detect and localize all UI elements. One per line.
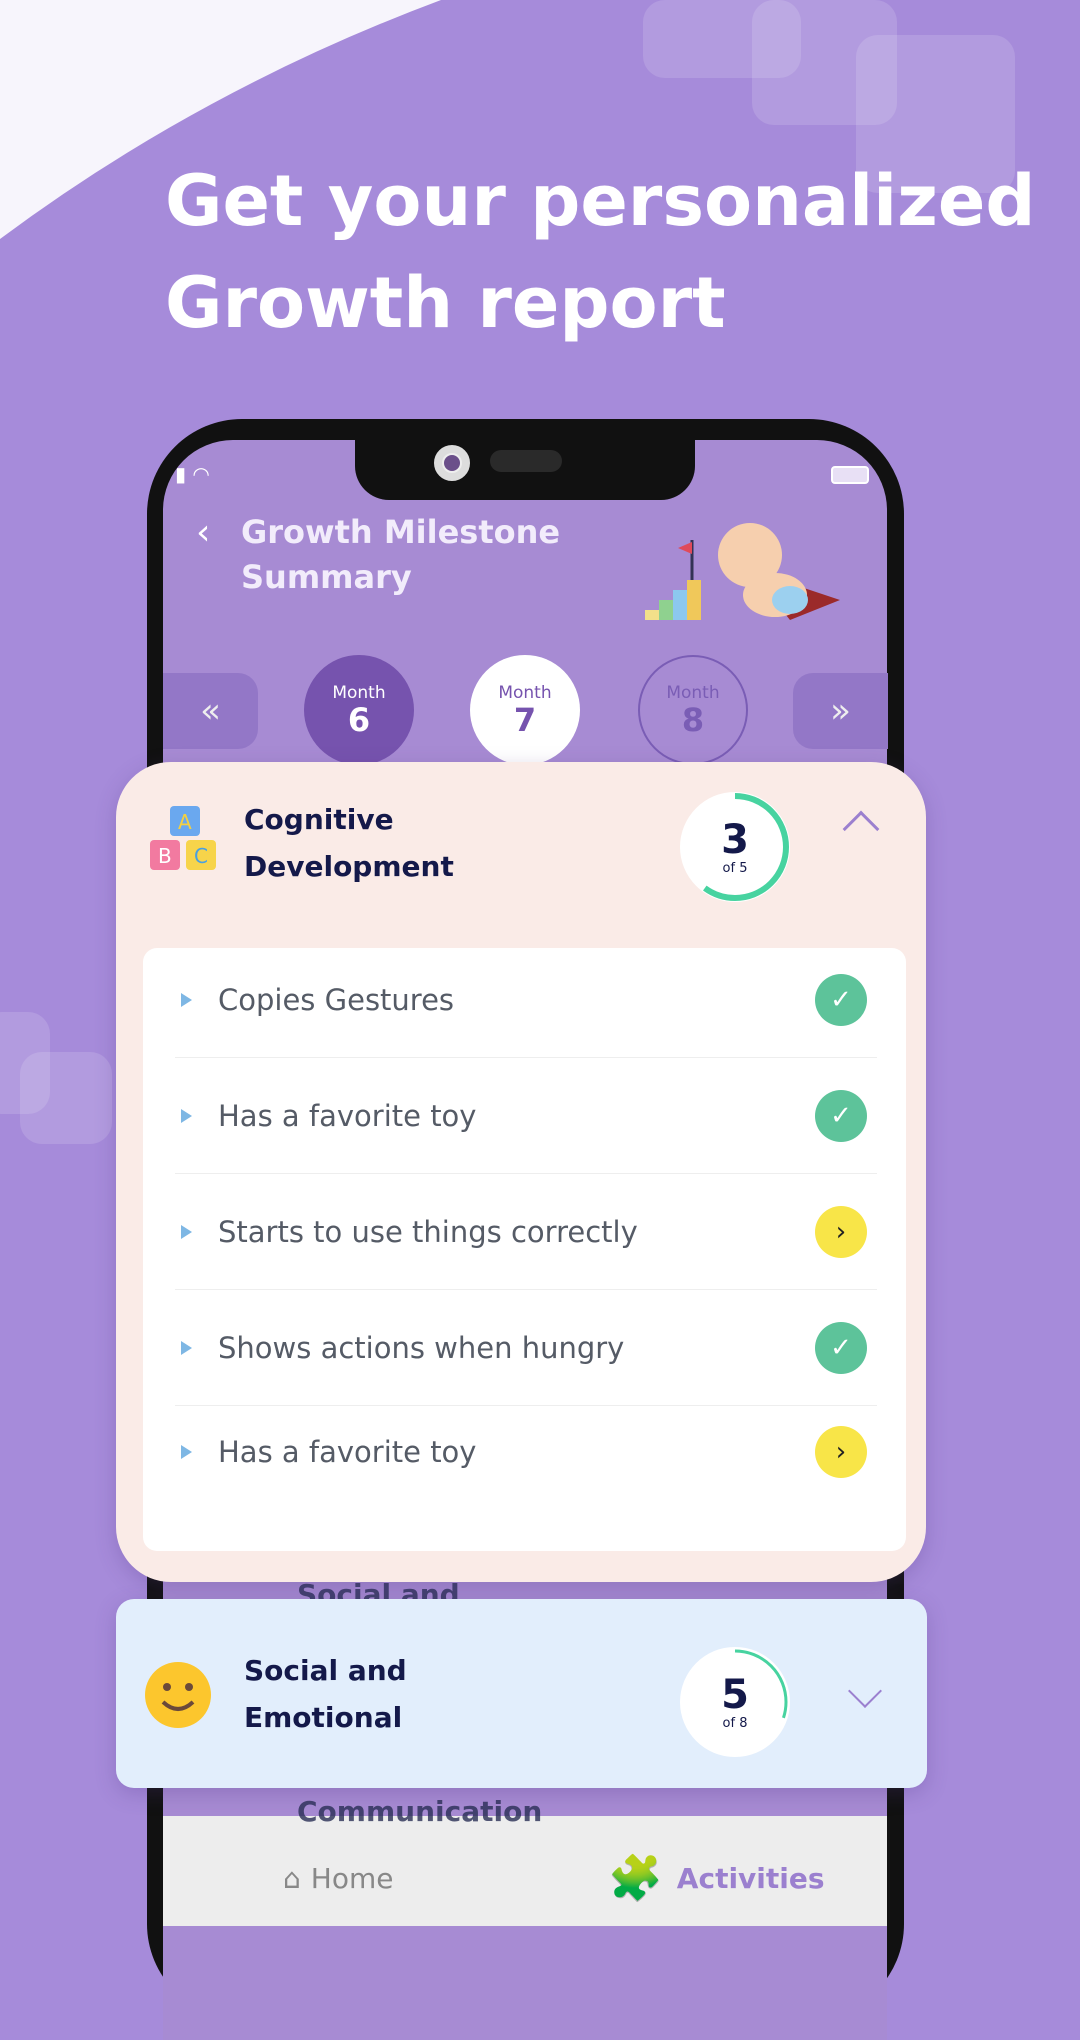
headline-line-1: Get your personalized	[165, 160, 1036, 242]
cognitive-score-ring: 3 of 5	[680, 792, 790, 902]
decor-square	[20, 1052, 112, 1144]
milestone-label: Has a favorite toy	[218, 1098, 477, 1133]
chevron-right-icon[interactable]: ›	[815, 1426, 867, 1478]
milestone-label: Starts to use things correctly	[218, 1214, 638, 1249]
nav-activities-label: Activities	[676, 1861, 825, 1895]
month-label: Month	[332, 683, 386, 703]
milestone-row[interactable]: Starts to use things correctly ›	[175, 1174, 877, 1290]
month-label: Month	[666, 683, 720, 703]
nav-activities[interactable]: 🧩 Activities	[608, 1852, 825, 1904]
milestone-row[interactable]: Copies Gestures ✓	[175, 942, 877, 1058]
progress-ring	[681, 793, 789, 901]
battery-icon	[831, 466, 869, 484]
peek-communication-title: Communication	[297, 1795, 543, 1828]
title-line-1: Cognitive	[244, 803, 394, 836]
milestone-row[interactable]: Has a favorite toy ✓	[175, 1058, 877, 1174]
svg-text:A: A	[178, 810, 192, 834]
title-line-2: Emotional	[244, 1701, 403, 1734]
cognitive-title: Cognitive Development	[244, 796, 454, 890]
back-button[interactable]: ‹	[196, 512, 210, 553]
month-7[interactable]: Month 7	[470, 655, 580, 765]
social-card: Social and Emotional 5 of 8	[116, 1599, 927, 1788]
abc-blocks-icon: A B C	[150, 806, 216, 870]
milestone-label: Shows actions when hungry	[218, 1330, 625, 1365]
nav-home[interactable]: ⌂ Home	[283, 1862, 393, 1895]
chevron-right-icon[interactable]: ›	[815, 1205, 867, 1258]
milestone-label: Has a favorite toy	[218, 1435, 477, 1469]
baby-illustration	[645, 523, 840, 620]
social-title: Social and Emotional	[244, 1647, 407, 1741]
social-score-ring: 5 of 8	[680, 1647, 790, 1757]
signal-wifi-icon: ▮ ◠	[175, 462, 210, 486]
title-line-2: Development	[244, 850, 454, 883]
camera	[434, 445, 470, 481]
chevron-down-icon[interactable]	[848, 1674, 882, 1708]
check-icon[interactable]: ✓	[815, 973, 867, 1026]
title-line-1: Growth Milestone	[241, 513, 561, 551]
month-number: 7	[513, 701, 537, 739]
speaker	[490, 450, 562, 472]
svg-text:C: C	[194, 844, 208, 868]
bullet-triangle-icon	[181, 1224, 192, 1239]
bullet-triangle-icon	[181, 1108, 192, 1123]
smiley-icon	[145, 1662, 211, 1728]
progress-ring	[682, 1649, 788, 1755]
next-month-button[interactable]: »	[793, 673, 888, 749]
bullet-triangle-icon	[181, 1340, 192, 1355]
previous-month-button[interactable]: «	[163, 673, 258, 749]
headline: Get your personalized Growth report	[165, 150, 1065, 354]
svg-text:B: B	[158, 844, 172, 868]
chevron-up-icon[interactable]	[842, 810, 880, 848]
month-number: 8	[681, 701, 705, 739]
screen-title: Growth Milestone Summary	[241, 510, 560, 600]
month-number: 6	[347, 701, 371, 739]
month-6[interactable]: Month 6	[304, 655, 414, 765]
bullet-triangle-icon	[181, 1445, 192, 1459]
month-label: Month	[498, 683, 552, 703]
milestone-label: Copies Gestures	[218, 982, 455, 1017]
milestone-row[interactable]: Has a favorite toy ›	[175, 1402, 877, 1502]
bullet-triangle-icon	[181, 992, 192, 1007]
check-icon[interactable]: ✓	[815, 1321, 867, 1374]
milestone-list: Copies Gestures ✓ Has a favorite toy ✓ Start…	[143, 948, 906, 1551]
bottom-nav: ⌂ Home 🧩 Activities	[163, 1816, 887, 1926]
title-line-2: Summary	[241, 558, 412, 596]
month-8[interactable]: Month 8	[638, 655, 748, 765]
nav-home-label: Home	[310, 1862, 394, 1895]
puzzle-icon: 🧩	[608, 1853, 663, 1904]
check-icon[interactable]: ✓	[815, 1089, 867, 1142]
home-icon: ⌂	[283, 1862, 301, 1895]
milestone-row[interactable]: Shows actions when hungry ✓	[175, 1290, 877, 1406]
title-line-1: Social and	[244, 1654, 407, 1687]
headline-line-2: Growth report	[165, 262, 726, 344]
